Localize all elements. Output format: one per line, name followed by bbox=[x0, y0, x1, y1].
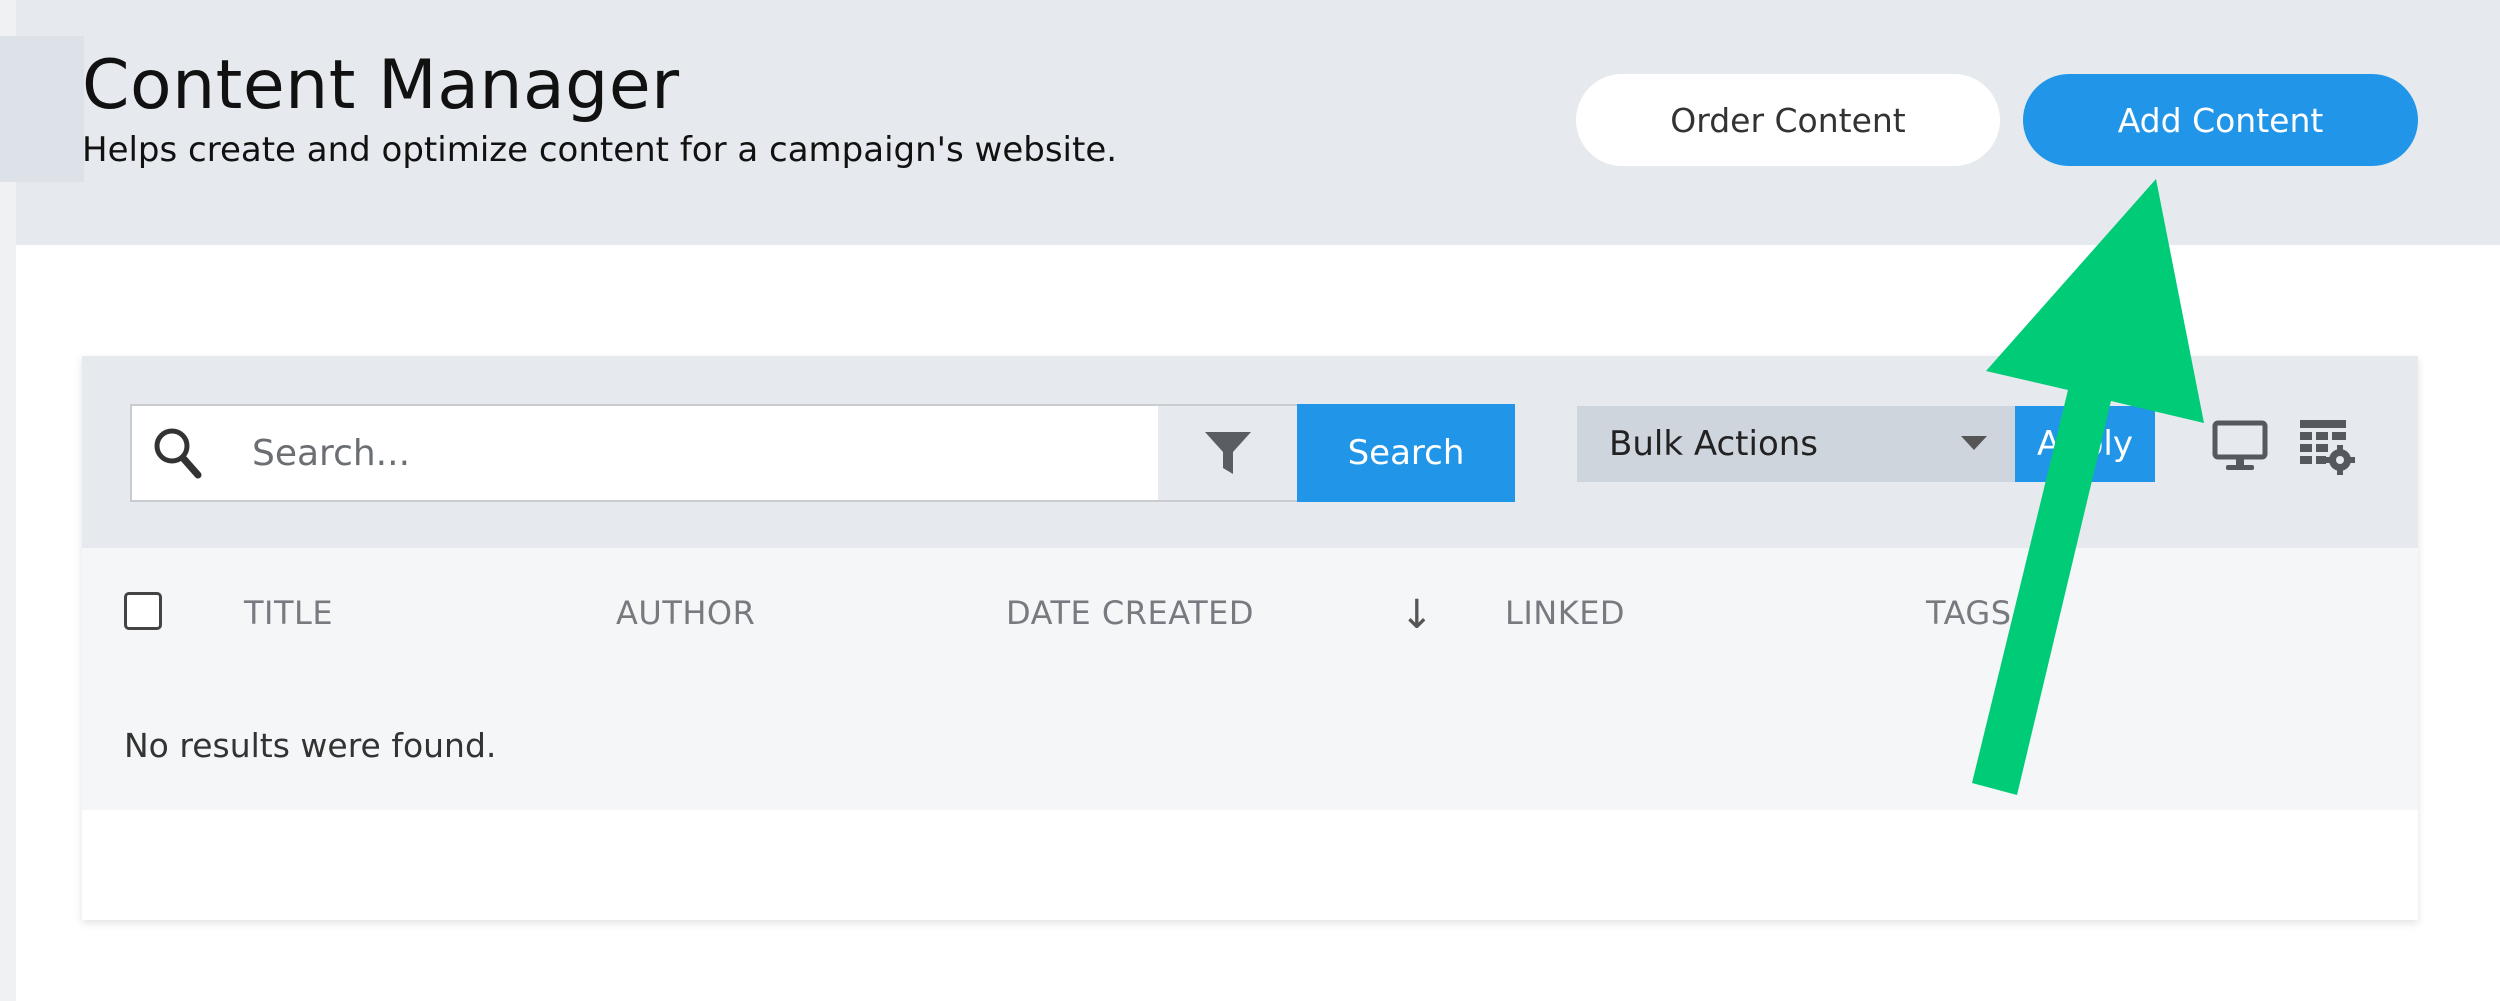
content-manager-page: Content Manager Helps create and optimiz… bbox=[0, 0, 2500, 1001]
column-date-created[interactable]: DATE CREATED bbox=[1006, 594, 1254, 632]
bulk-actions-label: Bulk Actions bbox=[1609, 424, 1819, 464]
page-title: Content Manager bbox=[82, 46, 680, 125]
content-toolbar: Search Bulk Actions Apply bbox=[82, 356, 2418, 548]
chevron-down-icon bbox=[1961, 436, 1987, 450]
sort-descending-icon[interactable]: ↓ bbox=[1400, 592, 1434, 638]
left-sidebar-tab bbox=[0, 36, 84, 182]
filter-button[interactable] bbox=[1158, 404, 1298, 502]
select-all-checkbox[interactable] bbox=[124, 592, 162, 630]
bulk-actions-select[interactable]: Bulk Actions bbox=[1577, 406, 2017, 482]
table-header-row: TITLE AUTHOR DATE CREATED ↓ LINKED TAGS bbox=[82, 548, 2418, 680]
search-input[interactable] bbox=[252, 420, 1132, 486]
empty-results-message: No results were found. bbox=[124, 726, 497, 765]
column-tags[interactable]: TAGS bbox=[1926, 594, 2012, 632]
filter-icon bbox=[1205, 432, 1251, 474]
desktop-icon[interactable] bbox=[2212, 420, 2268, 472]
content-card: Search Bulk Actions Apply bbox=[82, 356, 2418, 920]
column-linked[interactable]: LINKED bbox=[1505, 594, 1625, 632]
grid-settings-icon[interactable] bbox=[2298, 418, 2356, 476]
order-content-button[interactable]: Order Content bbox=[1576, 74, 2000, 166]
empty-results-row: No results were found. bbox=[82, 680, 2418, 810]
search-icon bbox=[154, 428, 202, 479]
search-box bbox=[130, 404, 1160, 502]
page-header: Content Manager Helps create and optimiz… bbox=[0, 0, 2500, 245]
column-title[interactable]: TITLE bbox=[244, 594, 333, 632]
add-content-button[interactable]: Add Content bbox=[2023, 74, 2418, 166]
column-author[interactable]: AUTHOR bbox=[616, 594, 755, 632]
apply-button[interactable]: Apply bbox=[2015, 406, 2155, 482]
search-button[interactable]: Search bbox=[1297, 404, 1515, 502]
page-subtitle: Helps create and optimize content for a … bbox=[82, 130, 1118, 170]
